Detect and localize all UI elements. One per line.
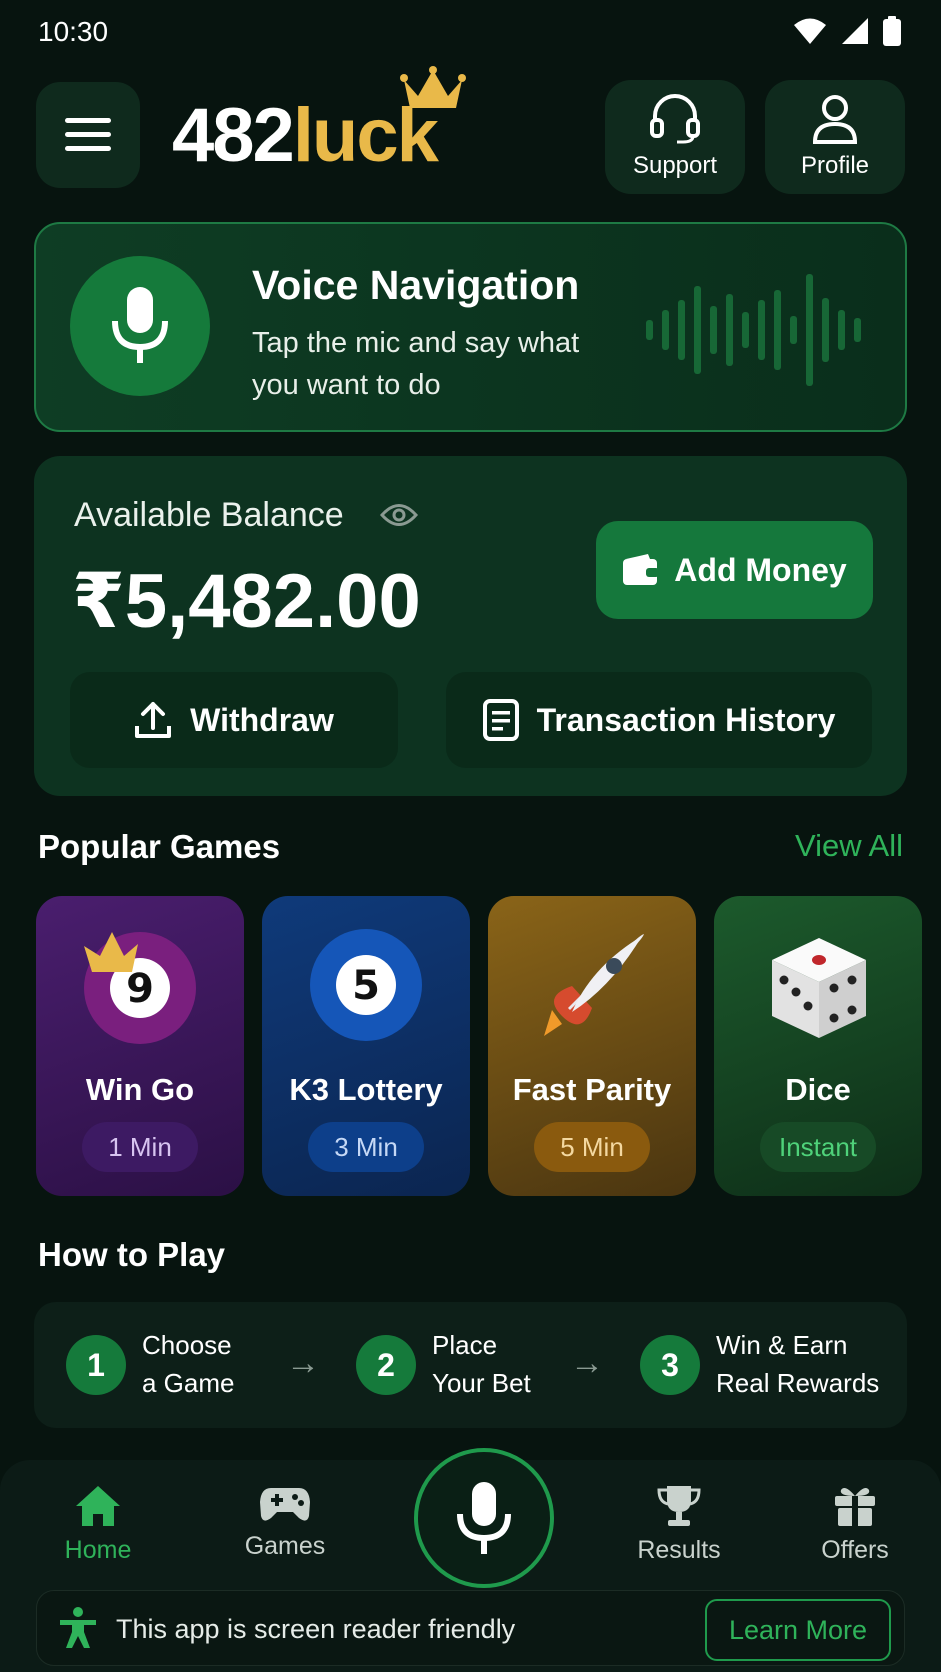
balance-label: Available Balance bbox=[74, 496, 344, 534]
trophy-icon bbox=[657, 1486, 701, 1526]
home-icon bbox=[76, 1486, 120, 1526]
game-name: K3 Lottery bbox=[289, 1072, 443, 1107]
game-duration-badge: 1 Min bbox=[82, 1122, 198, 1172]
headset-icon bbox=[650, 94, 700, 144]
nav-home-label: Home bbox=[64, 1536, 132, 1564]
nav-offers[interactable]: Offers bbox=[790, 1484, 920, 1565]
learn-more-button[interactable]: Learn More bbox=[705, 1599, 891, 1661]
nav-games-label: Games bbox=[244, 1532, 326, 1560]
add-money-button[interactable]: Add Money bbox=[596, 521, 873, 619]
transaction-history-button[interactable]: Transaction History bbox=[446, 672, 872, 768]
game-card-win-go[interactable]: 9 Win Go 1 Min bbox=[36, 896, 244, 1196]
nav-results[interactable]: Results bbox=[614, 1484, 744, 1565]
accessibility-icon bbox=[60, 1607, 96, 1648]
step-text-line: Win & Earn bbox=[716, 1330, 848, 1360]
document-icon bbox=[482, 699, 519, 741]
support-button[interactable]: Support bbox=[605, 80, 745, 194]
win-go-ball-number: 9 bbox=[126, 966, 154, 1012]
rocket-icon bbox=[544, 934, 644, 1036]
voice-title: Voice Navigation bbox=[252, 262, 580, 308]
popular-games-title: Popular Games bbox=[38, 828, 281, 865]
step-text: Win & Earn Real Rewards bbox=[716, 1326, 879, 1402]
gift-icon bbox=[835, 1488, 875, 1526]
eye-icon[interactable] bbox=[380, 502, 418, 528]
step-text: Place Your Bet bbox=[432, 1326, 531, 1402]
game-duration-badge: 3 Min bbox=[308, 1122, 424, 1172]
balance-amount: ₹5,482.00 bbox=[72, 559, 421, 644]
nav-games[interactable]: Games bbox=[220, 1484, 350, 1561]
dice-icon bbox=[772, 938, 866, 1038]
upload-icon bbox=[135, 702, 172, 738]
step-text-line: Real Rewards bbox=[716, 1368, 880, 1398]
soundwave-icon bbox=[646, 274, 861, 386]
transaction-history-label: Transaction History bbox=[536, 701, 836, 738]
nav-results-label: Results bbox=[637, 1536, 721, 1564]
profile-button[interactable]: Profile bbox=[765, 80, 905, 194]
step-text-line: Choose bbox=[142, 1330, 232, 1360]
step-number: 3 bbox=[640, 1335, 700, 1395]
wallet-icon bbox=[623, 554, 660, 585]
lottery-ball-icon: 5 bbox=[310, 929, 422, 1041]
menu-button[interactable] bbox=[36, 82, 140, 188]
step-number: 2 bbox=[356, 1335, 416, 1395]
crown-icon bbox=[400, 66, 466, 108]
how-to-play-title: How to Play bbox=[38, 1236, 226, 1273]
step-text-line: Your Bet bbox=[432, 1368, 531, 1398]
k3-ball-number: 5 bbox=[352, 963, 380, 1009]
voice-mic-button[interactable] bbox=[70, 256, 210, 396]
step-number: 1 bbox=[66, 1335, 126, 1395]
gamepad-icon bbox=[260, 1488, 310, 1521]
game-card-fast-parity[interactable]: Fast Parity 5 Min bbox=[488, 896, 696, 1196]
nav-home[interactable]: Home bbox=[33, 1484, 163, 1565]
signal-icon bbox=[842, 18, 868, 44]
user-icon bbox=[812, 95, 858, 144]
accessibility-text: This app is screen reader friendly bbox=[116, 1614, 516, 1644]
hamburger-icon bbox=[65, 118, 111, 151]
game-card-k3-lottery[interactable]: 5 K3 Lottery 3 Min bbox=[262, 896, 470, 1196]
view-all-link[interactable]: View All bbox=[795, 828, 903, 864]
withdraw-button[interactable]: Withdraw bbox=[70, 672, 398, 768]
game-name: Win Go bbox=[85, 1072, 195, 1107]
add-money-label: Add Money bbox=[674, 551, 847, 588]
voice-subtitle: Tap the mic and say what you want to do bbox=[252, 327, 580, 401]
game-duration-badge: 5 Min bbox=[534, 1122, 650, 1172]
wifi-icon bbox=[794, 18, 826, 44]
nav-offers-label: Offers bbox=[821, 1536, 889, 1564]
billiard-ball-icon: 9 bbox=[84, 932, 196, 1044]
game-duration-badge: Instant bbox=[760, 1122, 876, 1172]
arrow-right-icon: → bbox=[570, 1344, 604, 1382]
profile-label: Profile bbox=[800, 152, 870, 179]
step-text-line: Place bbox=[432, 1330, 498, 1360]
game-name: Dice bbox=[785, 1072, 851, 1107]
microphone-icon bbox=[457, 1482, 511, 1554]
support-label: Support bbox=[632, 152, 718, 179]
step-text: Choose a Game bbox=[142, 1326, 235, 1402]
game-card-dice[interactable]: Dice Instant bbox=[714, 896, 922, 1196]
status-time: 10:30 bbox=[38, 16, 109, 47]
withdraw-label: Withdraw bbox=[190, 701, 334, 738]
center-mic-button[interactable] bbox=[414, 1448, 554, 1588]
battery-icon bbox=[883, 16, 901, 46]
status-icons bbox=[793, 16, 901, 46]
arrow-right-icon: → bbox=[286, 1344, 320, 1382]
microphone-icon bbox=[112, 287, 168, 363]
app-logo: 482luck bbox=[172, 92, 439, 179]
step-text-line: a Game bbox=[142, 1368, 235, 1398]
game-name: Fast Parity bbox=[512, 1072, 672, 1107]
logo-number: 482 bbox=[172, 93, 295, 178]
